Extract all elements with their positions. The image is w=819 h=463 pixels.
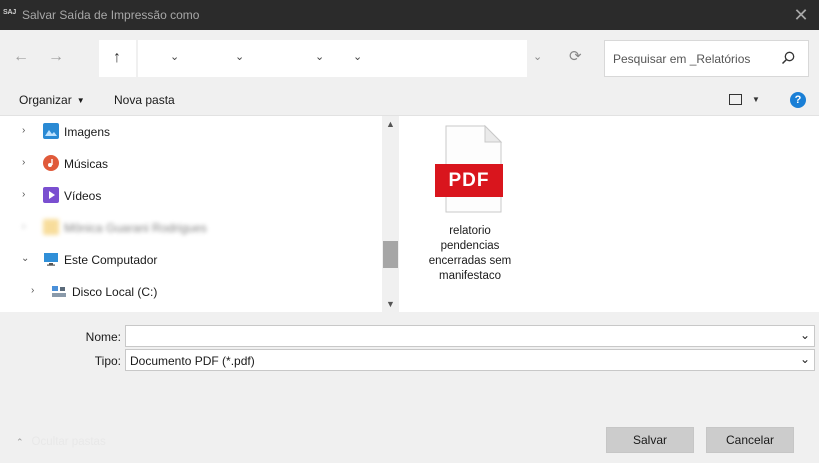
close-icon[interactable]: ✕ bbox=[791, 5, 811, 25]
hide-folders-toggle[interactable]: ⌃ Ocultar pastas bbox=[16, 436, 106, 448]
cancel-button[interactable]: Cancelar bbox=[706, 427, 794, 453]
file-type-select[interactable]: Documento PDF (*.pdf) ⌄ bbox=[125, 349, 815, 371]
save-button[interactable]: Salvar bbox=[606, 427, 694, 453]
scroll-up-icon[interactable]: ▲ bbox=[386, 119, 395, 129]
tree-item-disco-local[interactable]: › Disco Local (C:) bbox=[0, 280, 380, 304]
videos-icon bbox=[43, 187, 59, 203]
toolbar: Organizar ▼ Nova pasta ▼ ? bbox=[0, 83, 819, 116]
tree-item-imagens[interactable]: › Imagens bbox=[0, 120, 380, 144]
tree-item-label: Disco Local (C:) bbox=[72, 285, 158, 299]
file-name: relatorio pendencias encerradas sem mani… bbox=[428, 225, 512, 282]
view-mode-icon[interactable] bbox=[729, 94, 742, 105]
up-button[interactable]: ↑ bbox=[99, 40, 136, 77]
name-label: Nome: bbox=[85, 330, 121, 344]
filename-dropdown-icon[interactable]: ⌄ bbox=[800, 328, 810, 342]
address-bar[interactable]: ⌄ ⌄ ⌄ ⌄ bbox=[138, 40, 527, 77]
pdf-badge: PDF bbox=[448, 170, 490, 191]
tree-item-este-computador[interactable]: ⌄ Este Computador bbox=[0, 248, 380, 272]
breadcrumb-chevron-icon[interactable]: ⌄ bbox=[235, 50, 244, 63]
tree-item-musicas[interactable]: › Músicas bbox=[0, 152, 380, 176]
search-box bbox=[604, 40, 809, 77]
filename-input[interactable]: ⌄ bbox=[125, 325, 815, 347]
caret-down-icon: ▼ bbox=[76, 96, 85, 105]
pdf-file-icon: PDF bbox=[433, 124, 503, 216]
file-pane: PDF relatorio pendencias encerradas sem … bbox=[399, 116, 819, 312]
organize-label: Organizar bbox=[19, 93, 72, 107]
scroll-thumb[interactable] bbox=[383, 241, 398, 268]
chevron-up-icon: ⌃ bbox=[16, 437, 24, 447]
help-icon[interactable]: ? bbox=[790, 92, 806, 108]
expand-chevron-icon[interactable]: › bbox=[22, 125, 25, 136]
new-folder-button[interactable]: Nova pasta bbox=[114, 93, 175, 107]
file-item[interactable]: PDF relatorio pendencias encerradas sem … bbox=[423, 124, 517, 284]
pictures-icon bbox=[43, 123, 59, 139]
tree-item-label: Músicas bbox=[64, 157, 109, 171]
tree-item-label: Mônica Guarani Rodrigues bbox=[64, 221, 207, 235]
view-caret-down-icon[interactable]: ▼ bbox=[752, 95, 760, 104]
tree-item-label: Este Computador bbox=[64, 253, 158, 267]
expand-chevron-icon[interactable]: › bbox=[22, 221, 25, 232]
title-bar: SAJ Salvar Saída de Impressão como ✕ bbox=[0, 0, 819, 30]
breadcrumb-chevron-icon[interactable]: ⌄ bbox=[353, 50, 362, 63]
breadcrumb-chevron-icon[interactable]: ⌄ bbox=[315, 50, 324, 63]
music-icon bbox=[43, 155, 59, 171]
expand-chevron-icon[interactable]: › bbox=[22, 189, 25, 200]
save-form: Nome: ⌄ Tipo: Documento PDF (*.pdf) ⌄ bbox=[0, 312, 819, 412]
up-arrow-icon: ↑ bbox=[113, 49, 121, 66]
app-icon: SAJ bbox=[3, 9, 17, 16]
search-input[interactable] bbox=[613, 50, 778, 68]
drive-icon bbox=[51, 283, 67, 299]
navigation-bar: ← → ↑ ⌄ ⌄ ⌄ ⌄ ⌄ ⟳ bbox=[0, 30, 819, 83]
vertical-scrollbar[interactable]: ▲ ▼ bbox=[382, 116, 399, 312]
tree-item-videos[interactable]: › Vídeos bbox=[0, 184, 380, 208]
window-title: Salvar Saída de Impressão como bbox=[22, 8, 200, 22]
expand-chevron-icon[interactable]: › bbox=[31, 285, 34, 296]
breadcrumb-chevron-icon[interactable]: ⌄ bbox=[170, 50, 179, 63]
file-type-value: Documento PDF (*.pdf) bbox=[130, 354, 255, 368]
tree-item-label: Imagens bbox=[64, 125, 111, 139]
collapse-chevron-icon[interactable]: ⌄ bbox=[21, 253, 29, 264]
organize-menu[interactable]: Organizar ▼ bbox=[19, 93, 85, 107]
tree-item-label: Vídeos bbox=[64, 189, 102, 203]
address-dropdown-icon[interactable]: ⌄ bbox=[533, 50, 542, 63]
file-type-dropdown-icon[interactable]: ⌄ bbox=[800, 352, 810, 366]
computer-icon bbox=[43, 251, 59, 267]
scroll-down-icon[interactable]: ▼ bbox=[386, 299, 395, 309]
tree-item-user-folder[interactable]: › Mônica Guarani Rodrigues bbox=[0, 216, 380, 240]
refresh-icon[interactable]: ⟳ bbox=[569, 47, 582, 65]
navigation-pane: › Imagens › Músicas › Vídeos › Mônica Gu… bbox=[0, 116, 382, 312]
expand-chevron-icon[interactable]: › bbox=[22, 157, 25, 168]
hide-folders-label: Ocultar pastas bbox=[31, 436, 106, 448]
dialog-footer: ⌃ Ocultar pastas Salvar Cancelar bbox=[0, 412, 819, 463]
forward-arrow-icon[interactable]: → bbox=[44, 47, 68, 67]
back-arrow-icon[interactable]: ← bbox=[9, 47, 33, 67]
search-icon[interactable] bbox=[780, 50, 796, 66]
user-folder-icon bbox=[43, 219, 59, 235]
type-label: Tipo: bbox=[94, 354, 121, 368]
